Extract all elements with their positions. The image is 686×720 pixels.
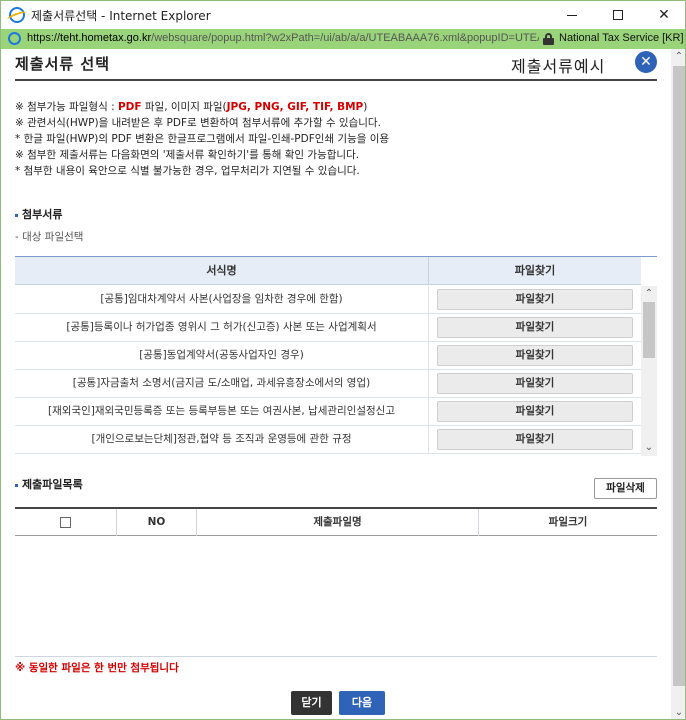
attachment-table: 서식명 파일찾기 [공통]임대차계약서 사본(사업장을 임차한 경우에 한함) … [15, 256, 657, 456]
notice-hwp-howto: * 한글 파일(HWP)의 PDF 변환은 한글프로그램에서 파일-인쇄-PDF… [15, 133, 390, 145]
bullet-icon [15, 213, 18, 217]
site-identity[interactable]: National Tax Service [KR] [559, 32, 684, 44]
col-form-name: 서식명 [15, 257, 429, 285]
file-find-button[interactable]: 파일찾기 [437, 345, 633, 366]
internet-explorer-icon [9, 7, 25, 23]
address-bar: https://teht.hometax.go.kr/websquare/pop… [1, 29, 685, 49]
file-find-button[interactable]: 파일찾기 [437, 289, 633, 310]
page-content: 제출서류 선택 제출서류예시 ✕ ※ 첨부가능 파일형식 : PDF 파일, 이… [1, 49, 671, 719]
title-bar: 제출서류선택 - Internet Explorer ✕ [1, 1, 685, 29]
select-all-checkbox[interactable] [60, 516, 71, 528]
table-row: [공통]동업계약서(공동사업자인 경우) 파일찾기 [15, 342, 641, 370]
col-select-all [15, 509, 117, 536]
submitted-files-table: NO 제출파일명 파일크기 [15, 507, 657, 536]
col-file-size: 파일크기 [548, 516, 588, 528]
file-find-button[interactable]: 파일찾기 [437, 373, 633, 394]
table-row: [공통]등록이나 허가업종 영위시 그 허가(신고증) 사본 또는 사업계획서 … [15, 314, 641, 342]
file-list-section-label: 제출파일목록 [15, 476, 83, 492]
lock-icon[interactable] [543, 33, 554, 45]
table-row: [개인으로보는단체]정관,협약 등 조직과 운영등에 관한 규정 파일찾기 [15, 426, 641, 454]
attachment-rows: [공통]임대차계약서 사본(사업장을 임차한 경우에 한함) 파일찾기 [공통]… [15, 286, 641, 454]
page-scrollbar[interactable]: ⌃ ⌄ [671, 49, 685, 719]
minimize-button[interactable] [549, 1, 595, 29]
form-name: [공통]임대차계약서 사본(사업장을 임차한 경우에 한함) [15, 286, 429, 314]
url-field[interactable]: https://teht.hometax.go.kr/websquare/pop… [27, 32, 539, 44]
window-title: 제출서류선택 - Internet Explorer [31, 9, 211, 23]
close-icon: ✕ [658, 7, 670, 23]
url-scheme: https:// [27, 32, 61, 44]
close-button[interactable]: 닫기 [291, 691, 332, 715]
col-no: NO [117, 509, 197, 536]
page-title: 제출서류 선택 [15, 55, 111, 73]
url-path: /websquare/popup.html?w2xPath=/ui/ab/a/a… [151, 32, 539, 44]
minimize-icon [567, 14, 577, 16]
notice-confirm: ※ 첨부한 제출서류는 다음화면의 '제출서류 확인하기'를 통해 확인 가능합… [15, 149, 360, 161]
form-name: [재외국인]재외국민등록증 또는 등록부등본 또는 여권사본, 납세관리인설정신… [15, 398, 429, 426]
bullet-icon [15, 483, 18, 487]
form-name: [공통]동업계약서(공동사업자인 경우) [15, 342, 429, 370]
notice-block: ※ 첨부가능 파일형식 : PDF 파일, 이미지 파일(JPG, PNG, G… [15, 99, 665, 179]
table-scrollbar[interactable]: ⌃ ⌄ [641, 286, 657, 456]
scroll-down-icon[interactable]: ⌄ [643, 442, 655, 454]
col-file-name: 제출파일명 [197, 509, 479, 536]
notice-hwp-convert: ※ 관련서식(HWP)을 내려받은 후 PDF로 변환하여 첨부서류에 추가할 … [15, 117, 381, 129]
page-icon [8, 32, 21, 45]
attachment-table-header: 서식명 파일찾기 [15, 257, 641, 285]
scroll-up-icon[interactable]: ⌃ [673, 51, 685, 63]
maximize-button[interactable] [595, 1, 641, 29]
popup-close-icon[interactable]: ✕ [635, 51, 657, 73]
col-file-find: 파일찾기 [514, 264, 556, 277]
notice-delay: * 첨부한 내용이 육안으로 식별 불가능한 경우, 업무처리가 지연될 수 있… [15, 165, 360, 177]
form-name: [공통]자금출처 소명서(금지금 도/소매업, 과세유흥장소에서의 영업) [15, 370, 429, 398]
document-example-title[interactable]: 제출서류예시 [511, 53, 605, 77]
table-scroll-thumb[interactable] [643, 302, 655, 358]
table-row: [공통]임대차계약서 사본(사업장을 임차한 경우에 한함) 파일찾기 [15, 286, 641, 314]
title-divider [15, 79, 657, 81]
form-name: [개인으로보는단체]정관,협약 등 조직과 운영등에 관한 규정 [15, 426, 429, 454]
table-row: [재외국인]재외국민등록증 또는 등록부등본 또는 여권사본, 납세관리인설정신… [15, 398, 641, 426]
footer-divider [15, 656, 657, 657]
ie-popup-window: 제출서류선택 - Internet Explorer ✕ https://teh… [0, 0, 686, 720]
notice-file-formats: ※ 첨부가능 파일형식 : PDF 파일, 이미지 파일(JPG, PNG, G… [15, 101, 368, 113]
table-row: [공통]자금출처 소명서(금지금 도/소매업, 과세유흥장소에서의 영업) 파일… [15, 370, 641, 398]
file-find-button[interactable]: 파일찾기 [437, 317, 633, 338]
form-name: [공통]등록이나 허가업종 영위시 그 허가(신고증) 사본 또는 사업계획서 [15, 314, 429, 342]
scroll-up-icon[interactable]: ⌃ [643, 288, 655, 300]
maximize-icon [613, 10, 623, 20]
url-host: teht.hometax.go.kr [60, 32, 152, 44]
scroll-down-icon[interactable]: ⌄ [673, 707, 685, 719]
target-file-label: - 대상 파일선택 [15, 231, 84, 243]
file-find-button[interactable]: 파일찾기 [437, 401, 633, 422]
attachments-section-label: 첨부서류 [15, 206, 62, 222]
file-delete-button[interactable]: 파일삭제 [594, 478, 657, 499]
next-button[interactable]: 다음 [339, 691, 385, 715]
file-find-button[interactable]: 파일찾기 [437, 429, 633, 450]
duplicate-file-warning: ※ 동일한 파일은 한 번만 첨부됩니다 [15, 662, 179, 674]
window-close-button[interactable]: ✕ [641, 1, 685, 29]
page-scroll-thumb[interactable] [673, 66, 685, 686]
